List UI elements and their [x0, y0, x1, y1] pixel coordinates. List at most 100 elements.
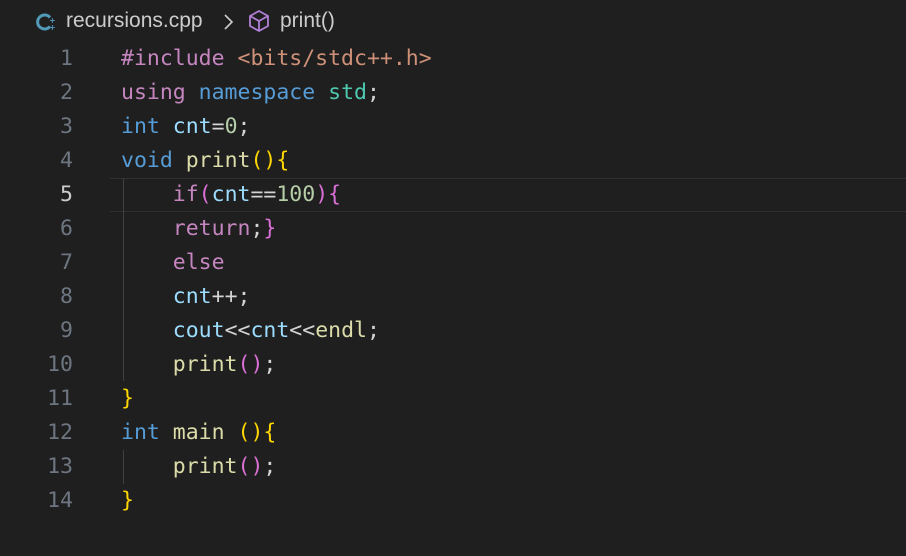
svg-text:+: +: [49, 23, 56, 32]
code-text[interactable]: print();: [121, 450, 277, 484]
method-cube-icon: [249, 10, 269, 32]
code-token: ==: [250, 182, 277, 207]
code-line[interactable]: 3 int cnt=0;: [0, 110, 906, 144]
code-text[interactable]: void print(){: [121, 144, 289, 178]
code-token: else: [172, 250, 225, 275]
code-token: }: [121, 488, 134, 513]
code-token: }: [263, 216, 277, 241]
code-token: cnt: [211, 182, 251, 207]
code-line[interactable]: 10 print();: [0, 348, 906, 382]
code-token: void: [121, 148, 186, 173]
code-line[interactable]: 9 cout<<cnt<<endl;: [0, 314, 906, 348]
code-token: int: [121, 114, 173, 139]
code-text[interactable]: cnt++;: [121, 280, 251, 314]
code-text[interactable]: #include <bits/stdc++.h>: [121, 42, 432, 76]
code-token: print: [172, 454, 238, 479]
code-line[interactable]: 13 print();: [0, 450, 906, 484]
code-line[interactable]: 7 else: [0, 246, 906, 280]
breadcrumb-file[interactable]: recursions.cpp: [66, 9, 203, 33]
code-line[interactable]: 12 int main (){: [0, 416, 906, 450]
code-token: <<: [289, 318, 316, 343]
code-text[interactable]: int cnt=0;: [121, 110, 250, 144]
code-token: return: [172, 216, 251, 241]
code-text[interactable]: }: [121, 382, 134, 416]
code-text[interactable]: }: [121, 484, 134, 518]
code-text[interactable]: if(cnt==100){: [121, 178, 341, 212]
breadcrumb-symbol[interactable]: print(): [280, 9, 335, 33]
line-number: 11: [47, 386, 73, 411]
line-number: 13: [47, 454, 73, 479]
code-line[interactable]: 2 using namespace std;: [0, 76, 906, 110]
breadcrumb: + + recursions.cpp print(): [0, 0, 906, 42]
line-number: 4: [60, 148, 73, 173]
code-line[interactable]: 1 #include <bits/stdc++.h>: [0, 42, 906, 76]
code-line[interactable]: 11}: [0, 382, 906, 416]
code-token: (): [237, 352, 264, 377]
code-token: {: [263, 420, 277, 445]
chevron-right-icon: [224, 14, 234, 30]
code-token: ;: [366, 318, 380, 343]
code-token: (): [237, 454, 264, 479]
code-token: main: [172, 420, 238, 445]
code-token: 100: [276, 182, 316, 207]
line-number: 3: [60, 114, 73, 139]
code-token: (): [237, 420, 264, 445]
code-token: endl: [315, 318, 367, 343]
code-token: using: [121, 80, 199, 105]
code-token: ++;: [211, 284, 251, 309]
code-line[interactable]: 5 if(cnt==100){: [0, 178, 906, 212]
line-number: 14: [47, 488, 73, 513]
code-token: (: [198, 182, 212, 207]
code-token: <bits/stdc++.h>: [237, 46, 432, 71]
line-number: 1: [60, 46, 73, 71]
code-editor[interactable]: 1 #include <bits/stdc++.h> 2 using namespac…: [0, 42, 906, 556]
code-token: (): [250, 148, 277, 173]
code-token: std: [328, 80, 367, 105]
code-line[interactable]: 14}: [0, 484, 906, 518]
code-token: cout: [172, 318, 225, 343]
code-token: #include: [121, 46, 238, 71]
code-token: ;: [237, 114, 251, 139]
code-token: print: [185, 148, 251, 173]
code-text[interactable]: cout<<cnt<<endl;: [121, 314, 380, 348]
line-number: 9: [60, 318, 73, 343]
code-token: print: [172, 352, 238, 377]
code-token: namespace: [198, 80, 329, 105]
code-token: {: [328, 182, 342, 207]
code-token: 0: [224, 114, 238, 139]
line-number: 8: [60, 284, 73, 309]
line-number: 6: [60, 216, 73, 241]
line-number: 10: [47, 352, 73, 377]
code-text[interactable]: return;}: [121, 212, 277, 246]
code-text[interactable]: using namespace std;: [121, 76, 380, 110]
line-number: 2: [60, 80, 73, 105]
code-token: ;: [263, 454, 277, 479]
code-token: ;: [250, 216, 264, 241]
code-token: }: [121, 386, 134, 411]
code-token: =: [211, 114, 225, 139]
line-number: 12: [47, 420, 73, 445]
code-line[interactable]: 8 cnt++;: [0, 280, 906, 314]
code-token: cnt: [172, 284, 212, 309]
code-token: cnt: [250, 318, 290, 343]
code-token: ;: [366, 80, 380, 105]
code-token: if: [172, 182, 199, 207]
code-text[interactable]: int main (){: [121, 416, 276, 450]
code-line[interactable]: 4 void print(){: [0, 144, 906, 178]
code-token: ): [315, 182, 329, 207]
code-token: cnt: [172, 114, 212, 139]
code-line[interactable]: 6 return;}: [0, 212, 906, 246]
code-text[interactable]: print();: [121, 348, 277, 382]
line-number: 5: [60, 182, 73, 207]
line-number: 7: [60, 250, 73, 275]
code-token: ;: [263, 352, 277, 377]
cpp-file-icon: + +: [36, 13, 56, 32]
code-text[interactable]: else: [121, 246, 225, 280]
